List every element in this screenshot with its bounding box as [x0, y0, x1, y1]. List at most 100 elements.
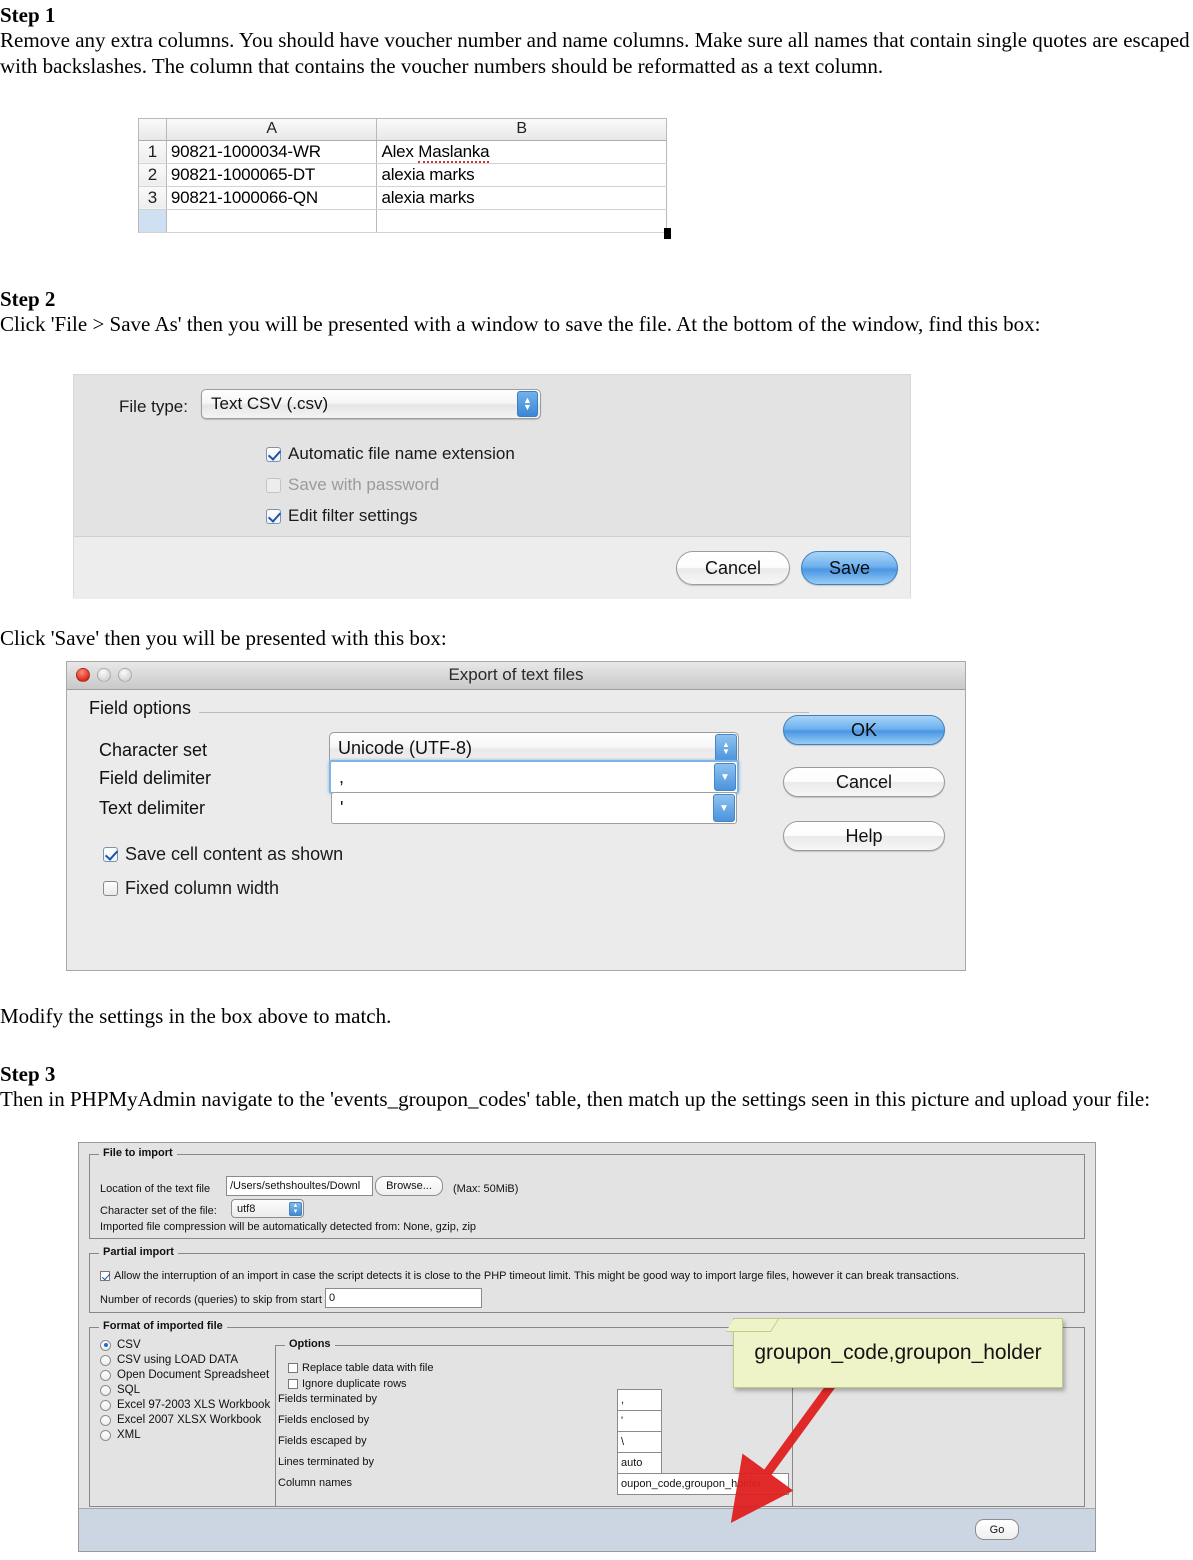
fieldset-legend-file-to-import: File to import: [99, 1147, 177, 1159]
cell-b1-prefix: Alex: [381, 141, 419, 161]
step2-heading: Step 2: [0, 287, 56, 311]
file-type-select[interactable]: Text CSV (.csv) ▲ ▼: [201, 389, 541, 419]
radio-xml[interactable]: XML: [100, 1429, 141, 1441]
checkbox-save-with-password[interactable]: Save with password: [266, 475, 439, 495]
fieldset-legend-options: Options: [285, 1338, 335, 1350]
field-delimiter-value: ,: [339, 766, 345, 787]
stepper-icon[interactable]: ▲ ▼: [715, 734, 737, 762]
cell-b2[interactable]: alexia marks: [376, 163, 667, 187]
character-set-of-file-select[interactable]: utf8 ▲ ▼: [231, 1199, 304, 1218]
cell-a4[interactable]: [166, 209, 378, 233]
column-names-label: Column names: [278, 1477, 352, 1489]
chevron-down-icon[interactable]: ▼: [713, 794, 735, 822]
file-type-label: File type:: [119, 397, 188, 416]
radio-excel-2007-xlsx[interactable]: Excel 2007 XLSX Workbook: [100, 1414, 261, 1426]
row-header-2[interactable]: 2: [139, 163, 167, 187]
radio-csv-using-load-data[interactable]: CSV using LOAD DATA: [100, 1354, 238, 1366]
radio-icon: [100, 1369, 111, 1381]
ok-button[interactable]: OK: [783, 715, 945, 745]
click-save-note-wrap: Click 'Save' then you will be presented …: [0, 626, 1190, 652]
radio-label: Open Document Spreadsheet: [117, 1369, 270, 1381]
cell-b3[interactable]: alexia marks: [376, 186, 667, 210]
skip-records-label: Number of records (queries) to skip from…: [100, 1294, 322, 1306]
text-delimiter-value: ': [340, 797, 344, 818]
field-delimiter-combobox[interactable]: , ▼: [329, 760, 739, 794]
text-delimiter-combobox[interactable]: ' ▼: [331, 792, 737, 824]
radio-icon: [100, 1354, 111, 1366]
checkbox-automatic-file-name-extension[interactable]: Automatic file name extension: [266, 444, 515, 464]
checkbox-label: Ignore duplicate rows: [302, 1378, 407, 1390]
step2-heading-wrap: Step 2: [0, 286, 1190, 312]
cell-a2[interactable]: 90821-1000065-DT: [166, 163, 378, 187]
checkbox-ignore-duplicate-rows[interactable]: Ignore duplicate rows: [288, 1378, 407, 1390]
radio-sql[interactable]: SQL: [100, 1384, 140, 1396]
skip-records-input[interactable]: 0: [325, 1288, 482, 1308]
field-delimiter-label: Field delimiter: [99, 768, 212, 788]
step3-heading: Step 3: [0, 1062, 56, 1086]
radio-label: SQL: [117, 1384, 141, 1396]
checkbox-icon: [288, 1379, 298, 1389]
column-header-a[interactable]: A: [166, 119, 378, 141]
spreadsheet-header-row: A B: [139, 119, 667, 141]
step1-heading-wrap: Step 1: [0, 2, 1190, 28]
step3-body: Then in PHPMyAdmin navigate to the 'even…: [0, 1087, 1151, 1111]
radio-icon: [100, 1339, 111, 1351]
radio-open-document-spreadsheet[interactable]: Open Document Spreadsheet: [100, 1369, 269, 1381]
table-row[interactable]: 2 90821-1000065-DT alexia marks: [139, 163, 667, 187]
lines-terminated-by-input[interactable]: auto: [617, 1452, 662, 1474]
checkbox-icon: [288, 1363, 298, 1373]
checkbox-label: Save cell content as shown: [125, 844, 344, 864]
save-button[interactable]: Save: [801, 551, 898, 585]
go-button[interactable]: Go: [975, 1519, 1019, 1540]
row-header-3[interactable]: 3: [139, 186, 167, 210]
cell-a3[interactable]: 90821-1000066-QN: [166, 186, 378, 210]
step1-heading: Step 1: [0, 3, 56, 27]
cancel-button[interactable]: Cancel: [676, 551, 790, 585]
checkbox-icon: [103, 847, 118, 862]
fields-escaped-by-input[interactable]: \: [617, 1431, 662, 1453]
browse-button[interactable]: Browse...: [375, 1176, 443, 1196]
annotation-callout-text: groupon_code,groupon_holder: [754, 1341, 1042, 1364]
compression-note: Imported file compression will be automa…: [100, 1221, 477, 1233]
checkbox-icon: [103, 881, 118, 896]
text-delimiter-label: Text delimiter: [99, 798, 206, 818]
checkbox-icon: [266, 477, 281, 493]
table-row[interactable]: 1 90821-1000034-WR Alex Maslanka: [139, 140, 667, 164]
checkbox-save-cell-content-as-shown[interactable]: Save cell content as shown: [103, 844, 343, 865]
step3-body-wrap: Then in PHPMyAdmin navigate to the 'even…: [0, 1087, 1190, 1113]
column-header-b[interactable]: B: [376, 119, 667, 141]
checkbox-allow-interruption[interactable]: Allow the interruption of an import in c…: [100, 1270, 959, 1282]
chevron-down-icon: ▼: [292, 1208, 299, 1215]
radio-label: CSV using LOAD DATA: [117, 1354, 239, 1366]
phpmyadmin-footer: Go: [79, 1508, 1095, 1551]
checkbox-fixed-column-width[interactable]: Fixed column width: [103, 878, 279, 899]
location-of-text-file-input[interactable]: /Users/sethshoultes/Downl: [226, 1176, 373, 1196]
row-header-1[interactable]: 1: [139, 140, 167, 164]
checkbox-replace-table-data[interactable]: Replace table data with file: [288, 1362, 433, 1374]
cell-b4[interactable]: [376, 209, 667, 233]
fields-enclosed-by-input[interactable]: ': [617, 1410, 662, 1432]
stepper-icon[interactable]: ▲ ▼: [289, 1201, 302, 1216]
row-header-4[interactable]: [139, 209, 167, 233]
fields-terminated-by-input[interactable]: ,: [617, 1389, 662, 1411]
table-row[interactable]: 3 90821-1000066-QN alexia marks: [139, 186, 667, 210]
stepper-icon[interactable]: ▲ ▼: [517, 391, 538, 417]
checkbox-edit-filter-settings[interactable]: Edit filter settings: [266, 506, 417, 526]
save-as-dialog: File type: Text CSV (.csv) ▲ ▼ Automatic…: [73, 374, 911, 599]
chevron-down-icon[interactable]: ▼: [714, 763, 736, 791]
help-button[interactable]: Help: [783, 821, 945, 851]
radio-excel-97-2003-xls[interactable]: Excel 97-2003 XLS Workbook: [100, 1399, 270, 1411]
radio-label: Excel 97-2003 XLS Workbook: [117, 1399, 271, 1411]
radio-icon: [100, 1414, 111, 1426]
cancel-button[interactable]: Cancel: [783, 767, 945, 797]
radio-csv[interactable]: CSV: [100, 1339, 141, 1351]
spreadsheet-table: A B 1 90821-1000034-WR Alex Maslanka 2 9…: [139, 119, 667, 233]
export-dialog-titlebar[interactable]: Export of text files: [67, 662, 965, 690]
cell-b1[interactable]: Alex Maslanka: [376, 140, 667, 164]
chevron-down-icon: ▼: [722, 747, 730, 756]
table-row-partial: [139, 209, 667, 233]
cell-a1[interactable]: 90821-1000034-WR: [166, 140, 378, 164]
spreadsheet-corner-cell[interactable]: [139, 119, 167, 141]
field-options-legend: Field options: [89, 698, 200, 719]
radio-icon: [100, 1399, 111, 1411]
